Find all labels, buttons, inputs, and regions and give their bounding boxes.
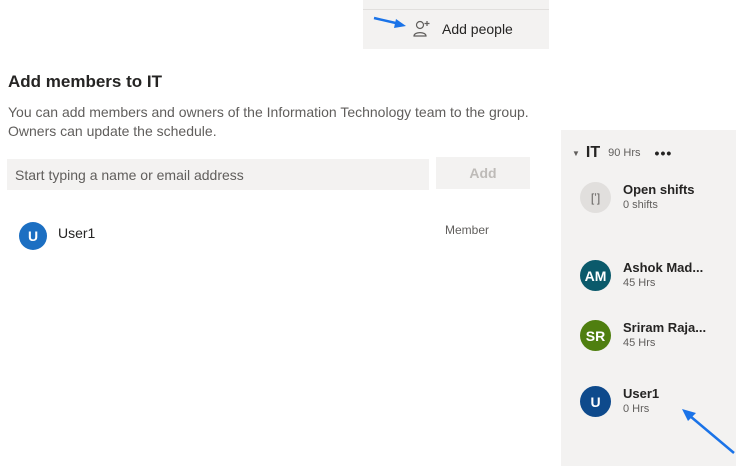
row-sub: 0 Hrs	[623, 403, 650, 415]
more-options-icon[interactable]: •••	[655, 145, 673, 161]
member-role-dropdown[interactable]: Member	[445, 223, 489, 237]
row-sub: 45 Hrs	[623, 337, 656, 349]
open-shifts-icon: [ʽ]	[580, 182, 611, 213]
add-button[interactable]: Add	[436, 157, 530, 189]
row-sub: 0 shifts	[623, 199, 658, 211]
team-name: IT	[585, 144, 601, 161]
open-shifts-row[interactable]: [ʽ] Open shifts 0 shifts	[580, 182, 736, 222]
menu-divider	[363, 9, 549, 10]
team-hours: 90 Hrs	[608, 147, 641, 159]
collapse-caret-icon[interactable]: ▼	[572, 149, 580, 158]
annotation-arrow	[373, 16, 406, 28]
avatar: U	[19, 222, 47, 250]
avatar: AM	[580, 260, 611, 291]
row-name: Open shifts	[623, 182, 695, 197]
annotation-arrow	[682, 409, 735, 454]
row-name: Ashok Mad...	[623, 260, 704, 275]
add-people-label: Add people	[442, 21, 513, 37]
dialog-title: Add members to IT	[8, 72, 162, 91]
member-row: U User1 Member	[19, 221, 499, 250]
member-row-ashok[interactable]: AM Ashok Mad... 45 Hrs	[580, 260, 736, 300]
member-search-input[interactable]	[7, 159, 429, 190]
avatar: U	[580, 386, 611, 417]
member-row-sriram[interactable]: SR Sriram Raja... 45 Hrs	[580, 320, 736, 360]
add-people-menu-item[interactable]: Add people	[412, 17, 513, 41]
member-name: User1	[58, 225, 96, 241]
team-header: ▼ IT 90 Hrs •••	[572, 143, 672, 163]
avatar: SR	[580, 320, 611, 351]
row-name: Sriram Raja...	[623, 320, 707, 335]
dialog-description: You can add members and owners of the In…	[8, 104, 529, 139]
row-sub: 45 Hrs	[623, 277, 656, 289]
row-name: User1	[623, 386, 660, 401]
add-person-icon	[413, 20, 430, 37]
